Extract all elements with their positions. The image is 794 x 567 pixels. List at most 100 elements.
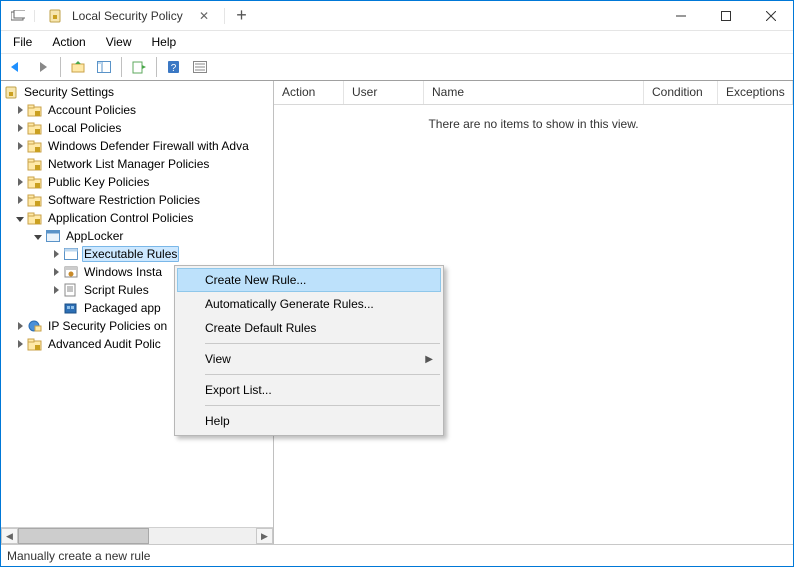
- tree-item-label: Account Policies: [46, 103, 138, 117]
- app-window: Local Security Policy ✕ + File Action Vi…: [0, 0, 794, 567]
- tab-active[interactable]: Local Security Policy ✕: [35, 8, 225, 24]
- window-controls: [658, 1, 793, 30]
- menu-action[interactable]: Action: [44, 33, 93, 51]
- rule-icon: [63, 300, 79, 316]
- context-menu: Create New Rule...Automatically Generate…: [174, 265, 444, 436]
- expand-icon[interactable]: [13, 103, 27, 117]
- tree-item-label: Advanced Audit Polic: [46, 337, 163, 351]
- menu-item[interactable]: Create New Rule...: [177, 268, 441, 292]
- folder-icon: [27, 210, 43, 226]
- rule-icon: [63, 264, 79, 280]
- app-icon: [1, 10, 35, 22]
- up-button[interactable]: [66, 56, 90, 78]
- folder-icon: [27, 192, 43, 208]
- titlebar-left: Local Security Policy ✕ +: [1, 1, 259, 30]
- menu-view[interactable]: View: [98, 33, 140, 51]
- forward-button[interactable]: [31, 56, 55, 78]
- close-button[interactable]: [748, 1, 793, 30]
- expand-icon[interactable]: [13, 121, 27, 135]
- toolbar-sep: [121, 57, 122, 77]
- column-header[interactable]: Action: [274, 81, 344, 104]
- new-tab-button[interactable]: +: [225, 5, 259, 26]
- menu-item[interactable]: Export List...: [177, 378, 441, 402]
- menu-item[interactable]: Automatically Generate Rules...: [177, 292, 441, 316]
- tree-item-label: Script Rules: [82, 283, 151, 297]
- menu-separator: [205, 405, 440, 406]
- folder-icon: [27, 318, 43, 334]
- tree-item-label: Local Policies: [46, 121, 123, 135]
- collapse-icon[interactable]: [31, 229, 45, 243]
- tree-item-label: Public Key Policies: [46, 175, 151, 189]
- menu-item[interactable]: View▶: [177, 347, 441, 371]
- tree-item-label: Network List Manager Policies: [46, 157, 211, 171]
- toolbar-sep: [156, 57, 157, 77]
- expand-icon[interactable]: [49, 247, 63, 261]
- menu-item[interactable]: Help: [177, 409, 441, 433]
- rule-icon: [63, 282, 79, 298]
- tree-item-label: Application Control Policies: [46, 211, 195, 225]
- tree-item-label: IP Security Policies on: [46, 319, 169, 333]
- show-hide-tree-button[interactable]: [92, 56, 116, 78]
- tree-h-scrollbar[interactable]: ◀ ▶: [1, 527, 273, 544]
- menu-separator: [205, 343, 440, 344]
- folder-icon: [27, 174, 43, 190]
- scroll-track[interactable]: [18, 528, 256, 544]
- toolbar: ?: [1, 53, 793, 81]
- back-button[interactable]: [5, 56, 29, 78]
- empty-text: There are no items to show in this view.: [282, 117, 785, 131]
- tree-item-label: AppLocker: [64, 229, 125, 243]
- scroll-left-button[interactable]: ◀: [1, 528, 18, 544]
- tree-item-label: Windows Insta: [82, 265, 164, 279]
- export-button[interactable]: [127, 56, 151, 78]
- statusbar-text: Manually create a new rule: [7, 549, 150, 563]
- expand-icon[interactable]: [13, 319, 27, 333]
- menu-separator: [205, 374, 440, 375]
- rule-icon: [63, 246, 79, 262]
- expand-icon[interactable]: [49, 265, 63, 279]
- collapse-icon[interactable]: [13, 211, 27, 225]
- properties-button[interactable]: [188, 56, 212, 78]
- maximize-button[interactable]: [703, 1, 748, 30]
- folder-icon: [27, 120, 43, 136]
- tree-root[interactable]: Security Settings: [1, 83, 273, 101]
- tree-item[interactable]: Public Key Policies: [1, 173, 273, 191]
- menubar: File Action View Help: [1, 31, 793, 53]
- toolbar-sep: [60, 57, 61, 77]
- tree-item[interactable]: Network List Manager Policies: [1, 155, 273, 173]
- tree-item[interactable]: Local Policies: [1, 119, 273, 137]
- expand-icon[interactable]: [13, 193, 27, 207]
- folder-icon: [27, 102, 43, 118]
- column-header[interactable]: User: [344, 81, 424, 104]
- folder-icon: [27, 156, 43, 172]
- tree-item[interactable]: Account Policies: [1, 101, 273, 119]
- help-button[interactable]: ?: [162, 56, 186, 78]
- shield-icon: [47, 8, 63, 24]
- tree-item[interactable]: Software Restriction Policies: [1, 191, 273, 209]
- scroll-thumb[interactable]: [18, 528, 149, 544]
- menu-item[interactable]: Create Default Rules: [177, 316, 441, 340]
- menu-help[interactable]: Help: [144, 33, 185, 51]
- tree-item-applocker[interactable]: AppLocker: [1, 227, 273, 245]
- tree-item-label: Windows Defender Firewall with Adva: [46, 139, 251, 153]
- column-header[interactable]: Name: [424, 81, 644, 104]
- column-header[interactable]: Exceptions: [718, 81, 793, 104]
- minimize-button[interactable]: [658, 1, 703, 30]
- column-headers: ActionUserNameConditionExceptions: [274, 81, 793, 105]
- tree-item[interactable]: Executable Rules: [1, 245, 273, 263]
- expand-icon[interactable]: [13, 139, 27, 153]
- tab-close-icon[interactable]: ✕: [196, 9, 212, 23]
- column-header[interactable]: Condition: [644, 81, 718, 104]
- shield-icon: [3, 84, 19, 100]
- tree-item[interactable]: Windows Defender Firewall with Adva: [1, 137, 273, 155]
- expand-icon[interactable]: [49, 283, 63, 297]
- expand-icon[interactable]: [13, 175, 27, 189]
- scroll-right-button[interactable]: ▶: [256, 528, 273, 544]
- tree-item[interactable]: Application Control Policies: [1, 209, 273, 227]
- expand-icon[interactable]: [13, 337, 27, 351]
- tree-root-label: Security Settings: [22, 85, 116, 99]
- menu-file[interactable]: File: [5, 33, 40, 51]
- tab-title: Local Security Policy: [72, 9, 190, 23]
- svg-text:?: ?: [171, 63, 177, 74]
- submenu-arrow-icon: ▶: [425, 354, 433, 365]
- titlebar: Local Security Policy ✕ +: [1, 1, 793, 31]
